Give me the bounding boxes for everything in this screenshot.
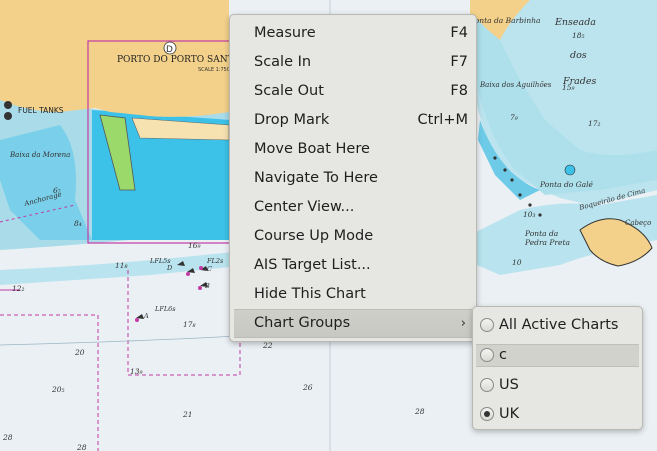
label-fuel-tanks: FUEL TANKS	[18, 106, 64, 115]
menu-item-navigate-to-here[interactable]: Navigate To Here	[230, 164, 476, 193]
sounding: 8₄	[74, 219, 82, 228]
sounding: 22	[262, 341, 273, 350]
label-pedra-preta-2: Pedra Preta	[524, 238, 570, 247]
menu-item-label: Measure	[254, 25, 316, 41]
sounding: 12₂	[12, 284, 25, 293]
chevron-right-icon: ›	[460, 316, 466, 331]
menu-item-label: Course Up Mode	[254, 228, 374, 244]
sounding: 20₅	[51, 385, 65, 394]
label-fl2s: FL2s	[206, 257, 224, 265]
menu-item-move-boat-here[interactable]: Move Boat Here	[230, 135, 476, 164]
menu-item-label: Navigate To Here	[254, 170, 378, 186]
menu-item-label: Chart Groups	[254, 315, 351, 331]
label-buoy-a: A	[143, 312, 149, 320]
label-buoy-d: D	[166, 264, 173, 272]
sounding: 21	[182, 410, 193, 419]
menu-item-chart-groups[interactable]: Chart Groups ›	[234, 309, 472, 338]
sounding: 10₃	[523, 210, 536, 219]
radio-button[interactable]	[480, 378, 494, 392]
label-dos: dos	[570, 50, 587, 61]
sounding: 18₅	[572, 31, 585, 40]
menu-item-ais-target-list[interactable]: AIS Target List...	[230, 251, 476, 280]
menu-item-label: Scale Out	[254, 83, 324, 99]
option-label: c	[499, 347, 507, 363]
sounding: 17₂	[588, 119, 601, 128]
label-pedra-preta-1: Ponta da	[524, 229, 558, 238]
sounding: 15₉	[562, 83, 575, 92]
menu-item-label: Move Boat Here	[254, 141, 370, 157]
menu-item-scale-in[interactable]: Scale In F7	[230, 48, 476, 77]
menu-item-label: AIS Target List...	[254, 257, 371, 273]
menu-item-center-view[interactable]: Center View...	[230, 193, 476, 222]
menu-item-course-up-mode[interactable]: Course Up Mode	[230, 222, 476, 251]
radio-button-selected[interactable]	[480, 407, 494, 421]
sounding: 28	[2, 433, 13, 442]
option-label: All Active Charts	[499, 317, 619, 333]
chart-group-option-us[interactable]: US	[473, 371, 642, 400]
chart-symbol: D	[166, 45, 173, 55]
menu-item-label: Center View...	[254, 199, 355, 215]
menu-item-measure[interactable]: Measure F4	[230, 19, 476, 48]
label-cabeco: Cabeço	[625, 219, 651, 227]
chart-group-option-c[interactable]: c	[476, 344, 639, 367]
label-lfl6s: LFL6s	[154, 305, 176, 313]
sounding: 6₇	[53, 186, 61, 195]
menu-item-label: Scale In	[254, 54, 312, 70]
label-aguilhoes: Baixa dos Aguilhões	[479, 81, 552, 89]
label-baixa-morena: Baixa da Morena	[9, 151, 70, 159]
radio-button[interactable]	[480, 348, 494, 362]
sounding: 7₉	[510, 113, 518, 122]
label-enseada: Enseada	[554, 17, 596, 28]
chart-group-option-uk[interactable]: UK	[473, 400, 642, 429]
menu-item-shortcut: F8	[450, 83, 468, 99]
menu-item-shortcut: F4	[450, 25, 468, 41]
label-barbinha: Ponta da Barbinha	[469, 16, 541, 25]
context-menu: Measure F4 Scale In F7 Scale Out F8 Drop Ma…	[229, 14, 477, 342]
sounding: 11₈	[115, 261, 128, 270]
menu-item-hide-this-chart[interactable]: Hide This Chart	[230, 280, 476, 309]
label-buoy-b: B	[204, 282, 210, 290]
menu-item-drop-mark[interactable]: Drop Mark Ctrl+M	[230, 106, 476, 135]
sounding: 26	[302, 383, 313, 392]
sounding: 28	[76, 443, 87, 451]
sounding: 13₉	[130, 367, 143, 376]
menu-item-shortcut: F7	[450, 54, 468, 70]
menu-item-label: Drop Mark	[254, 112, 330, 128]
option-label: US	[499, 377, 519, 393]
label-buoy-c: C	[207, 265, 212, 273]
label-gale: Ponta do Galé	[539, 180, 594, 189]
radio-button[interactable]	[480, 318, 494, 332]
chart-groups-submenu: All Active Charts c US UK	[472, 306, 643, 430]
sounding: 10	[512, 258, 522, 267]
option-label: UK	[499, 406, 520, 422]
chart-group-option-all-active[interactable]: All Active Charts	[473, 311, 642, 340]
menu-item-shortcut: Ctrl+M	[417, 112, 468, 128]
menu-item-scale-out[interactable]: Scale Out F8	[230, 77, 476, 106]
sounding: 17₈	[183, 320, 196, 329]
sounding: 28	[414, 407, 425, 416]
sounding: 16₉	[188, 241, 201, 250]
chart-title: PORTO DO PORTO SANTO	[117, 55, 241, 65]
sounding: 20	[74, 348, 85, 357]
chart-scale: SCALE 1:7500	[198, 67, 233, 73]
menu-item-label: Hide This Chart	[254, 286, 366, 302]
